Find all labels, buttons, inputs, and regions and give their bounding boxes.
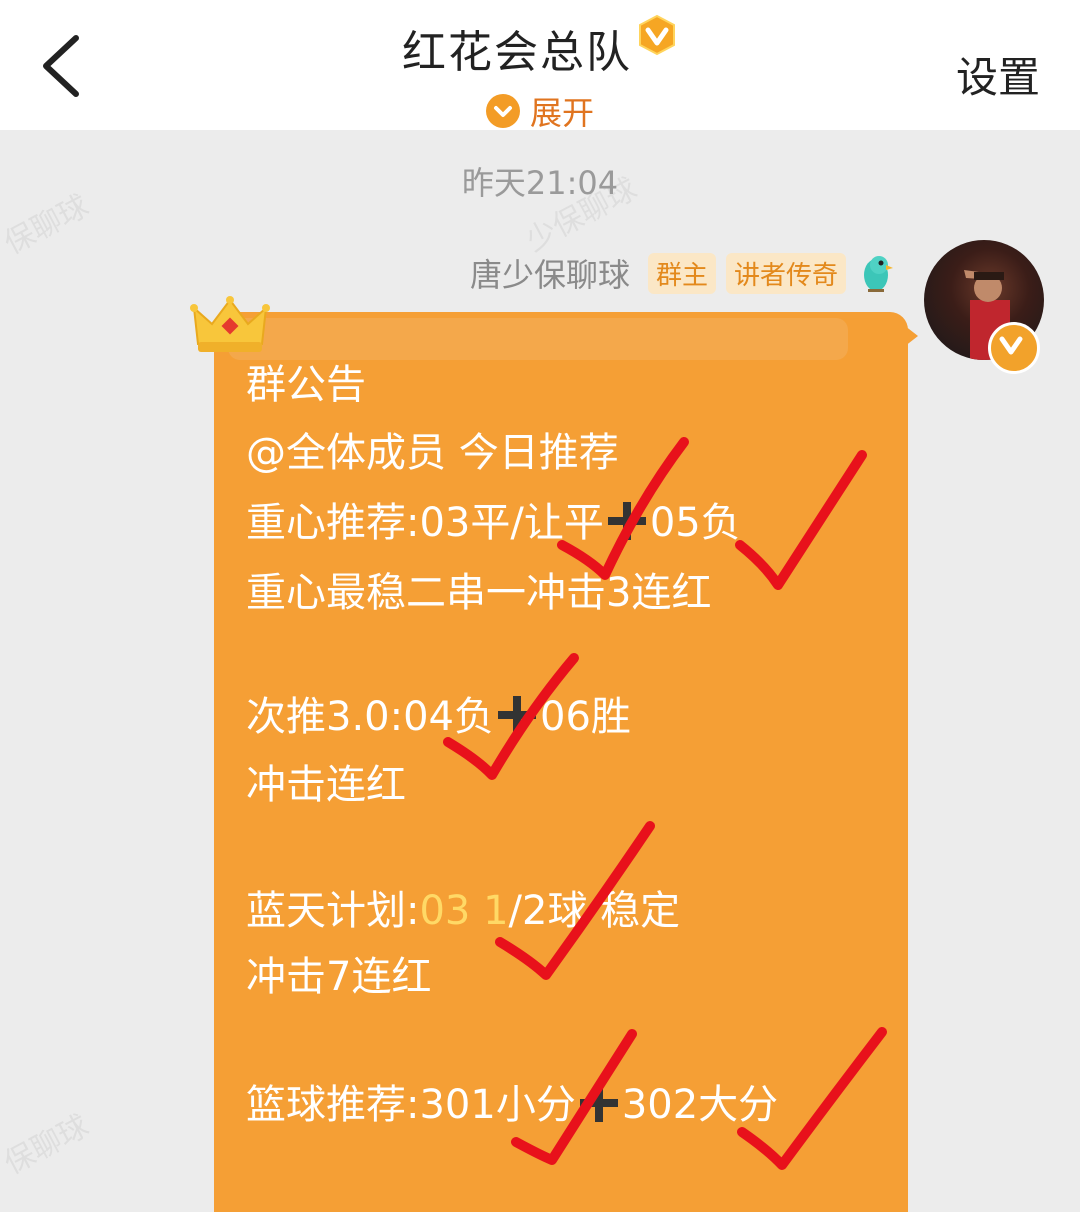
- highlighted-text: 03 1: [419, 888, 509, 934]
- verified-badge-icon: [988, 322, 1040, 374]
- expand-label: 展开: [529, 94, 594, 132]
- top-bar: 红花会总队 展开 设置: [0, 0, 1080, 132]
- message-line: 冲击7连红: [246, 954, 432, 1000]
- line-text: 次推3.0:04负: [246, 694, 494, 740]
- crown-icon: [190, 296, 270, 352]
- role-tag-legend: 讲者传奇: [725, 252, 846, 294]
- announcement-heading: 群公告: [246, 362, 366, 408]
- parrot-icon: [864, 256, 893, 292]
- message-line: 重心推荐:03平/让平 05负: [246, 490, 741, 548]
- group-name: 红花会总队: [402, 27, 632, 78]
- line-text: 06胜: [540, 694, 631, 740]
- line-text: 蓝天计划:: [246, 888, 420, 934]
- message-line: 篮球推荐:301小分 302大分: [246, 1072, 778, 1130]
- line-text: 05负: [649, 500, 741, 546]
- expand-button[interactable]: 展开: [0, 88, 1080, 134]
- line-text: 重心推荐:03平/让平: [246, 500, 604, 546]
- message-line: 重心最稳二串一冲击3连红: [246, 570, 712, 616]
- plus-icon: [607, 502, 646, 540]
- sender-row: 唐少保聊球 群主 讲者传奇: [470, 250, 896, 296]
- verified-badge-icon: [639, 14, 675, 56]
- message-line: 冲击连红: [246, 762, 406, 808]
- role-tag-owner: 群主: [647, 252, 716, 294]
- line-text: 篮球推荐:301小分: [246, 1082, 576, 1128]
- line-text: /2球 稳定: [508, 888, 681, 934]
- message-line: 次推3.0:04负 06胜: [246, 684, 631, 742]
- sender-name[interactable]: 唐少保聊球: [470, 250, 630, 296]
- watermark: 保聊球: [0, 1108, 95, 1182]
- message-line: @全体成员 今日推荐: [246, 430, 619, 476]
- message-line: 蓝天计划:03 1/2球 稳定: [246, 878, 680, 936]
- line-text: 302大分: [621, 1082, 779, 1128]
- message-timestamp: 昨天21:04: [461, 164, 619, 202]
- settings-button[interactable]: 设置: [956, 44, 1040, 105]
- chevron-down-icon: [485, 94, 520, 128]
- plus-icon: [579, 1084, 618, 1122]
- plus-icon: [498, 696, 536, 734]
- bubble-tail: [900, 322, 918, 350]
- page-title: 红花会总队: [0, 14, 1080, 80]
